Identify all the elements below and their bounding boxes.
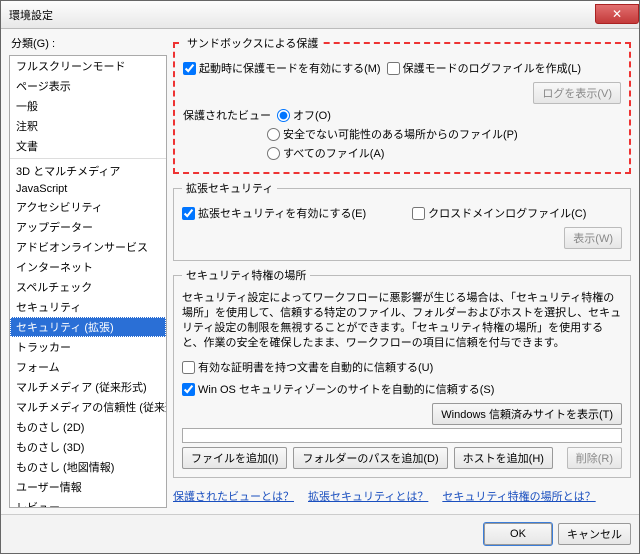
protected-view-unsafe-radio[interactable]: 安全でない可能性のある場所からのファイル(P) [267,126,518,142]
crossdomain-log-checkbox[interactable]: クロスドメインログファイル(C) [412,205,586,221]
window-title: 環境設定 [9,7,595,23]
sidebar-item[interactable]: インターネット [10,257,166,277]
enable-protected-mode-checkbox[interactable]: 起動時に保護モードを有効にする(M) [183,60,381,76]
remove-button[interactable]: 削除(R) [567,447,622,469]
win-trusted-sites-button[interactable]: Windows 信頼済みサイトを表示(T) [432,403,622,425]
add-host-button[interactable]: ホストを追加(H) [454,447,553,469]
add-folder-button[interactable]: フォルダーのパスを追加(D) [293,447,447,469]
sidebar-item[interactable]: フルスクリーンモード [10,56,166,76]
sandbox-group: サンドボックスによる保護 起動時に保護モードを有効にする(M) 保護モードのログ… [173,35,631,174]
sidebar-item[interactable]: 注釈 [10,116,166,136]
extsec-show-button[interactable]: 表示(W) [564,227,622,249]
sidebar-item[interactable]: セキュリティ [10,297,166,317]
sidebar-item[interactable]: マルチメディアの信頼性 (従来形式) [10,397,166,417]
sandbox-legend: サンドボックスによる保護 [183,35,322,51]
protected-view-all-radio[interactable]: すべてのファイル(A) [267,145,384,161]
sidebar-item[interactable]: レビュー [10,497,166,508]
ok-button[interactable]: OK [484,523,552,545]
protected-view-label: 保護されたビュー [183,107,271,123]
sidebar-item[interactable]: セキュリティ (拡張) [10,317,166,337]
cancel-button[interactable]: キャンセル [558,523,631,545]
link-privileged-locations[interactable]: セキュリティ特権の場所とは？ [442,488,595,504]
privileged-locations-list[interactable] [182,428,622,443]
sidebar-item[interactable]: アクセシビリティ [10,197,166,217]
close-button[interactable]: ✕ [595,4,639,24]
sidebar-item[interactable]: ものさし (3D) [10,437,166,457]
sidebar-item[interactable]: 一般 [10,96,166,116]
extsec-legend: 拡張セキュリティ [182,180,277,196]
sidebar-item[interactable]: ものさし (2D) [10,417,166,437]
sidebar-item[interactable]: JavaScript [10,181,166,197]
sidebar-item[interactable]: ものさし (地図情報) [10,457,166,477]
sidebar-item[interactable]: ユーザー情報 [10,477,166,497]
show-log-button[interactable]: ログを表示(V) [533,82,621,104]
titlebar: 環境設定 ✕ [1,1,639,29]
link-extended-security[interactable]: 拡張セキュリティとは？ [308,488,428,504]
trust-winzone-checkbox[interactable]: Win OS セキュリティゾーンのサイトを自動的に信頼する(S) [182,381,494,397]
category-label: 分類(G) : [9,35,167,51]
extended-security-group: 拡張セキュリティ 拡張セキュリティを有効にする(E) クロスドメインログファイル… [173,180,631,261]
sidebar-item[interactable]: スペルチェック [10,277,166,297]
add-file-button[interactable]: ファイルを追加(I) [182,447,287,469]
protected-view-off-radio[interactable]: オフ(O) [277,107,331,123]
sidebar-item[interactable]: フォーム [10,357,166,377]
privileged-locations-group: セキュリティ特権の場所 セキュリティ設定によってワークフローに悪影響が生じる場合… [173,267,631,478]
priv-legend: セキュリティ特権の場所 [182,267,310,283]
sidebar-item[interactable]: 3D とマルチメディア [10,161,166,181]
sidebar-item[interactable]: アップデーター [10,217,166,237]
enable-extsec-checkbox[interactable]: 拡張セキュリティを有効にする(E) [182,205,366,221]
create-log-checkbox[interactable]: 保護モードのログファイルを作成(L) [387,60,581,76]
trust-cert-checkbox[interactable]: 有効な証明書を持つ文書を自動的に信頼する(U) [182,359,433,375]
sidebar-item[interactable]: アドビオンラインサービス [10,237,166,257]
help-links: 保護されたビューとは？ 拡張セキュリティとは？ セキュリティ特権の場所とは？ [173,484,631,508]
priv-description: セキュリティ設定によってワークフローに悪影響が生じる場合は、「セキュリティ特権の… [182,291,622,350]
sidebar-item[interactable]: ページ表示 [10,76,166,96]
category-list[interactable]: フルスクリーンモードページ表示一般注釈文書 3D とマルチメディアJavaScri… [9,55,167,508]
link-protected-view[interactable]: 保護されたビューとは？ [173,488,294,504]
sidebar-item[interactable]: トラッカー [10,337,166,357]
sidebar-item[interactable]: 文書 [10,136,166,156]
sidebar-item[interactable]: マルチメディア (従来形式) [10,377,166,397]
